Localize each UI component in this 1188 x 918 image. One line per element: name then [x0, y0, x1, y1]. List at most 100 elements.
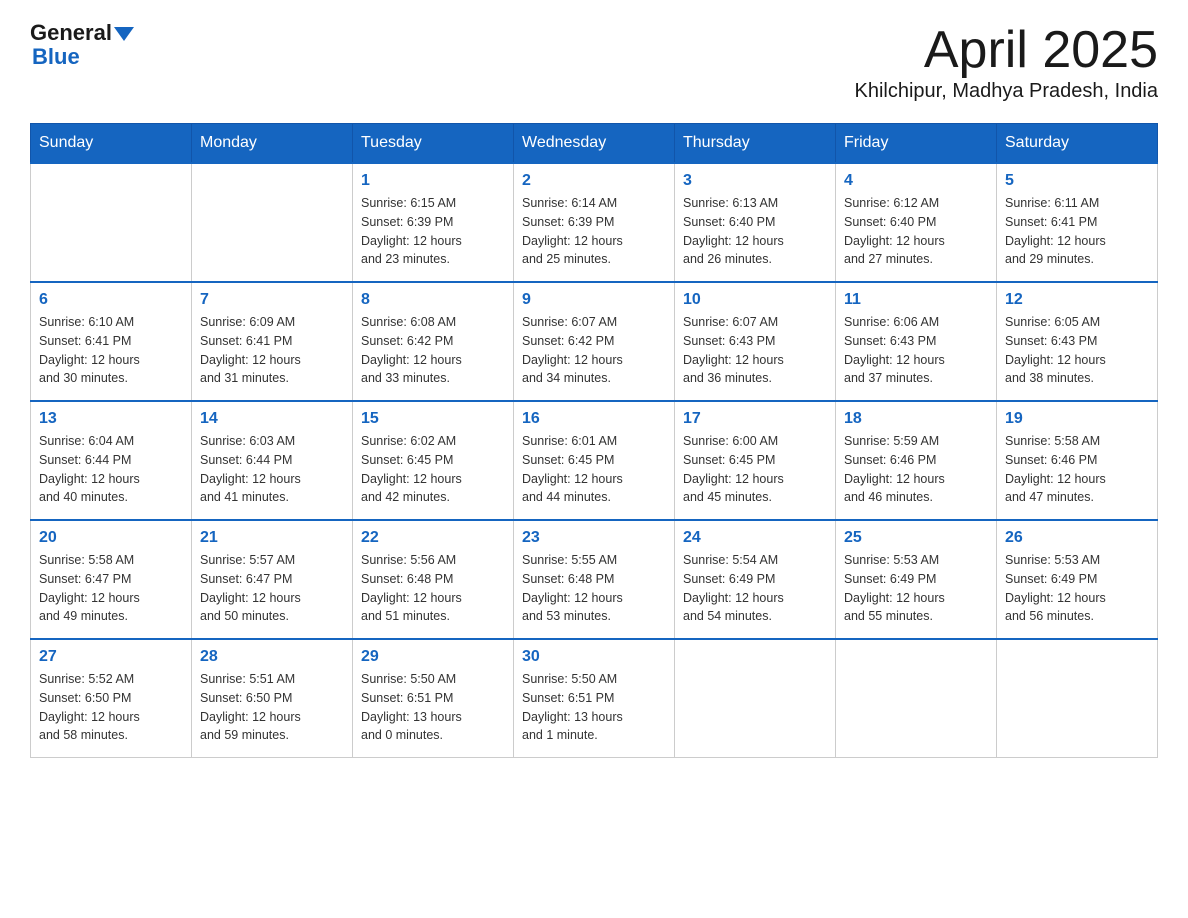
calendar-table: SundayMondayTuesdayWednesdayThursdayFrid… — [30, 123, 1158, 758]
calendar-cell: 11Sunrise: 6:06 AMSunset: 6:43 PMDayligh… — [836, 282, 997, 401]
day-info: Sunrise: 6:05 AMSunset: 6:43 PMDaylight:… — [1005, 313, 1149, 388]
day-number: 8 — [361, 291, 505, 309]
calendar-cell: 9 Sunrise: 6:07 AMSunset: 6:42 PMDaylight… — [514, 282, 675, 401]
day-info: Sunrise: 5:50 AMSunset: 6:51 PMDaylight:… — [361, 670, 505, 745]
day-number: 13 — [39, 410, 183, 428]
day-number: 4 — [844, 172, 988, 190]
day-info: Sunrise: 6:09 AMSunset: 6:41 PMDaylight:… — [200, 313, 344, 388]
month-title: April 2025 — [854, 20, 1158, 80]
calendar-cell: 6 Sunrise: 6:10 AMSunset: 6:41 PMDaylight… — [31, 282, 192, 401]
logo: General Blue — [30, 20, 134, 70]
day-number: 27 — [39, 648, 183, 666]
calendar-cell: 29 Sunrise: 5:50 AMSunset: 6:51 PMDayligh… — [353, 639, 514, 758]
weekday-header-row: SundayMondayTuesdayWednesdayThursdayFrid… — [31, 124, 1158, 164]
day-number: 11 — [844, 291, 988, 309]
calendar-header: SundayMondayTuesdayWednesdayThursdayFrid… — [31, 124, 1158, 164]
logo-blue-text: Blue — [32, 44, 80, 69]
location-title: Khilchipur, Madhya Pradesh, India — [854, 80, 1158, 103]
week-row-2: 6 Sunrise: 6:10 AMSunset: 6:41 PMDaylight… — [31, 282, 1158, 401]
day-info: Sunrise: 6:07 AMSunset: 6:42 PMDaylight:… — [522, 313, 666, 388]
day-number: 30 — [522, 648, 666, 666]
logo-triangle-icon — [114, 23, 134, 43]
calendar-cell: 7 Sunrise: 6:09 AMSunset: 6:41 PMDaylight… — [192, 282, 353, 401]
day-number: 7 — [200, 291, 344, 309]
day-number: 2 — [522, 172, 666, 190]
day-number: 9 — [522, 291, 666, 309]
day-info: Sunrise: 6:13 AMSunset: 6:40 PMDaylight:… — [683, 194, 827, 269]
day-info: Sunrise: 6:02 AMSunset: 6:45 PMDaylight:… — [361, 432, 505, 507]
day-info: Sunrise: 6:14 AMSunset: 6:39 PMDaylight:… — [522, 194, 666, 269]
day-number: 20 — [39, 529, 183, 547]
calendar-cell: 28 Sunrise: 5:51 AMSunset: 6:50 PMDayligh… — [192, 639, 353, 758]
calendar-cell: 1Sunrise: 6:15 AMSunset: 6:39 PMDaylight… — [353, 163, 514, 282]
week-row-3: 13 Sunrise: 6:04 AMSunset: 6:44 PMDayligh… — [31, 401, 1158, 520]
day-info: Sunrise: 5:57 AMSunset: 6:47 PMDaylight:… — [200, 551, 344, 626]
day-info: Sunrise: 5:56 AMSunset: 6:48 PMDaylight:… — [361, 551, 505, 626]
calendar-body: 1Sunrise: 6:15 AMSunset: 6:39 PMDaylight… — [31, 163, 1158, 758]
calendar-cell — [675, 639, 836, 758]
calendar-cell: 17 Sunrise: 6:00 AMSunset: 6:45 PMDayligh… — [675, 401, 836, 520]
day-number: 15 — [361, 410, 505, 428]
day-number: 12 — [1005, 291, 1149, 309]
weekday-header-wednesday: Wednesday — [514, 124, 675, 164]
weekday-header-monday: Monday — [192, 124, 353, 164]
calendar-cell: 27 Sunrise: 5:52 AMSunset: 6:50 PMDayligh… — [31, 639, 192, 758]
week-row-4: 20 Sunrise: 5:58 AMSunset: 6:47 PMDayligh… — [31, 520, 1158, 639]
day-number: 16 — [522, 410, 666, 428]
calendar-cell: 15 Sunrise: 6:02 AMSunset: 6:45 PMDayligh… — [353, 401, 514, 520]
day-info: Sunrise: 6:12 AMSunset: 6:40 PMDaylight:… — [844, 194, 988, 269]
calendar-cell: 4 Sunrise: 6:12 AMSunset: 6:40 PMDaylight… — [836, 163, 997, 282]
day-number: 18 — [844, 410, 988, 428]
calendar-cell: 20 Sunrise: 5:58 AMSunset: 6:47 PMDayligh… — [31, 520, 192, 639]
day-number: 26 — [1005, 529, 1149, 547]
logo-general-text: General — [30, 20, 112, 46]
day-info: Sunrise: 5:59 AMSunset: 6:46 PMDaylight:… — [844, 432, 988, 507]
page-header: General Blue April 2025 Khilchipur, Madh… — [30, 20, 1158, 103]
day-number: 14 — [200, 410, 344, 428]
calendar-cell — [192, 163, 353, 282]
calendar-cell: 8Sunrise: 6:08 AMSunset: 6:42 PMDaylight… — [353, 282, 514, 401]
day-number: 28 — [200, 648, 344, 666]
week-row-1: 1Sunrise: 6:15 AMSunset: 6:39 PMDaylight… — [31, 163, 1158, 282]
day-info: Sunrise: 5:51 AMSunset: 6:50 PMDaylight:… — [200, 670, 344, 745]
day-info: Sunrise: 6:00 AMSunset: 6:45 PMDaylight:… — [683, 432, 827, 507]
day-number: 23 — [522, 529, 666, 547]
day-info: Sunrise: 6:07 AMSunset: 6:43 PMDaylight:… — [683, 313, 827, 388]
day-info: Sunrise: 5:58 AMSunset: 6:47 PMDaylight:… — [39, 551, 183, 626]
day-info: Sunrise: 5:54 AMSunset: 6:49 PMDaylight:… — [683, 551, 827, 626]
calendar-cell: 13 Sunrise: 6:04 AMSunset: 6:44 PMDayligh… — [31, 401, 192, 520]
day-number: 21 — [200, 529, 344, 547]
day-number: 19 — [1005, 410, 1149, 428]
calendar-cell: 19Sunrise: 5:58 AMSunset: 6:46 PMDayligh… — [997, 401, 1158, 520]
day-number: 5 — [1005, 172, 1149, 190]
day-number: 29 — [361, 648, 505, 666]
logo-content: General Blue — [30, 20, 134, 70]
calendar-cell — [997, 639, 1158, 758]
calendar-cell: 10Sunrise: 6:07 AMSunset: 6:43 PMDayligh… — [675, 282, 836, 401]
title-block: April 2025 Khilchipur, Madhya Pradesh, I… — [854, 20, 1158, 103]
week-row-5: 27 Sunrise: 5:52 AMSunset: 6:50 PMDayligh… — [31, 639, 1158, 758]
day-info: Sunrise: 6:01 AMSunset: 6:45 PMDaylight:… — [522, 432, 666, 507]
day-number: 22 — [361, 529, 505, 547]
calendar-cell: 16 Sunrise: 6:01 AMSunset: 6:45 PMDayligh… — [514, 401, 675, 520]
calendar-cell: 23Sunrise: 5:55 AMSunset: 6:48 PMDayligh… — [514, 520, 675, 639]
calendar-cell — [836, 639, 997, 758]
calendar-cell: 12 Sunrise: 6:05 AMSunset: 6:43 PMDayligh… — [997, 282, 1158, 401]
day-number: 1 — [361, 172, 505, 190]
weekday-header-sunday: Sunday — [31, 124, 192, 164]
calendar-cell: 5Sunrise: 6:11 AMSunset: 6:41 PMDaylight… — [997, 163, 1158, 282]
weekday-header-saturday: Saturday — [997, 124, 1158, 164]
day-number: 6 — [39, 291, 183, 309]
day-number: 17 — [683, 410, 827, 428]
calendar-cell: 18 Sunrise: 5:59 AMSunset: 6:46 PMDayligh… — [836, 401, 997, 520]
day-info: Sunrise: 6:10 AMSunset: 6:41 PMDaylight:… — [39, 313, 183, 388]
weekday-header-friday: Friday — [836, 124, 997, 164]
day-number: 3 — [683, 172, 827, 190]
calendar-cell — [31, 163, 192, 282]
weekday-header-thursday: Thursday — [675, 124, 836, 164]
day-info: Sunrise: 5:52 AMSunset: 6:50 PMDaylight:… — [39, 670, 183, 745]
day-info: Sunrise: 5:50 AMSunset: 6:51 PMDaylight:… — [522, 670, 666, 745]
calendar-cell: 30 Sunrise: 5:50 AMSunset: 6:51 PMDayligh… — [514, 639, 675, 758]
calendar-cell: 26Sunrise: 5:53 AMSunset: 6:49 PMDayligh… — [997, 520, 1158, 639]
day-info: Sunrise: 6:04 AMSunset: 6:44 PMDaylight:… — [39, 432, 183, 507]
